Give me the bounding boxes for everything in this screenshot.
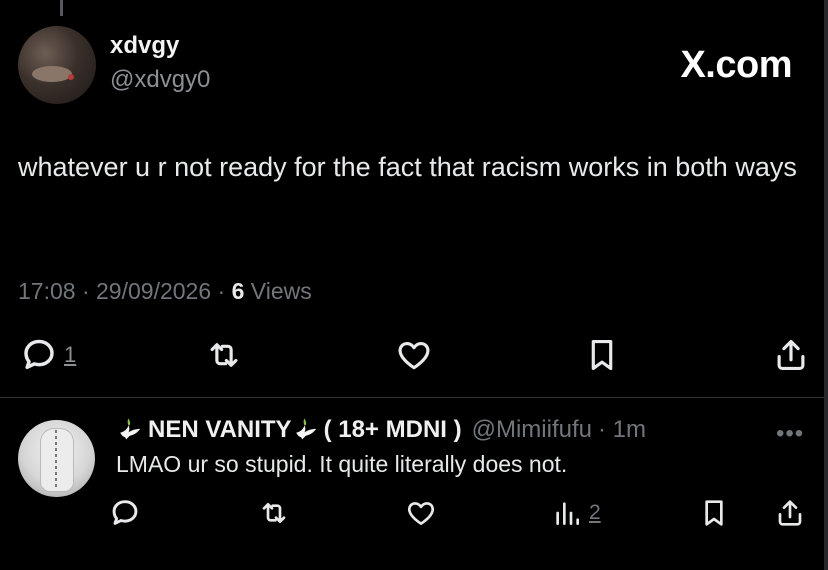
- bookmark-icon: [591, 339, 613, 371]
- scrollbar-track: [824, 0, 828, 570]
- reply-author-name-prefix[interactable]: NEN VANITY: [148, 416, 292, 444]
- brand-logo-text: X.com: [680, 44, 792, 86]
- reply-author-name-suffix[interactable]: ( 18+ MDNI ): [324, 416, 462, 444]
- more-options-icon[interactable]: •••: [776, 420, 804, 448]
- reply-bookmark-button[interactable]: [698, 497, 730, 529]
- reply-icon: [24, 339, 54, 370]
- reply-like-button[interactable]: [405, 497, 437, 529]
- thread-connector-line: [60, 0, 63, 16]
- divider: [0, 397, 824, 398]
- meta-separator: ·: [211, 278, 232, 304]
- reply-views-count[interactable]: 2: [589, 501, 601, 525]
- reply-header: NEN VANITY ( 18+ MDNI ) @Mimiifufu · 1m: [116, 416, 646, 444]
- views-label: Views: [244, 278, 312, 304]
- reply-author-avatar[interactable]: [18, 420, 95, 497]
- reply-views-button[interactable]: 2: [551, 497, 601, 529]
- reply-text: LMAO ur so stupid. It quite literally do…: [116, 451, 568, 477]
- like-icon: [398, 342, 430, 370]
- share-icon: [778, 500, 802, 526]
- retweet-icon: [262, 503, 286, 523]
- share-button[interactable]: [772, 336, 810, 374]
- dove-icon: [120, 418, 141, 440]
- reply-retweet-button[interactable]: [258, 497, 290, 529]
- meta-separator: ·: [75, 278, 97, 304]
- author-name[interactable]: xdvgy: [110, 32, 179, 60]
- tweet-meta: 17:08 · 29/09/2026 · 6 Views: [18, 278, 312, 305]
- reply-share-button[interactable]: [774, 497, 806, 529]
- reply-button[interactable]: 1: [20, 336, 76, 374]
- reply-icon: [112, 500, 138, 525]
- author-handle[interactable]: @xdvgy0: [110, 66, 210, 94]
- views-icon: [556, 502, 579, 525]
- reply-count[interactable]: 1: [64, 342, 76, 368]
- like-button[interactable]: [395, 336, 433, 374]
- bookmark-button[interactable]: [583, 336, 621, 374]
- bookmark-icon: [705, 500, 723, 526]
- like-icon: [407, 502, 435, 525]
- share-icon: [777, 339, 805, 371]
- tweet-date[interactable]: 29/09/2026: [96, 278, 211, 304]
- tweet-time[interactable]: 17:08: [18, 278, 76, 304]
- reply-time[interactable]: · 1m: [598, 416, 646, 444]
- retweet-button[interactable]: [205, 336, 243, 374]
- views-count: 6: [231, 278, 245, 304]
- author-avatar[interactable]: [18, 26, 96, 104]
- reply-author-handle[interactable]: @Mimiifufu: [472, 416, 592, 444]
- reply-reply-button[interactable]: [109, 497, 141, 529]
- retweet-icon: [210, 343, 238, 367]
- dove-icon: [295, 418, 316, 440]
- tweet-text: whatever u r not ready for the fact that…: [18, 152, 797, 182]
